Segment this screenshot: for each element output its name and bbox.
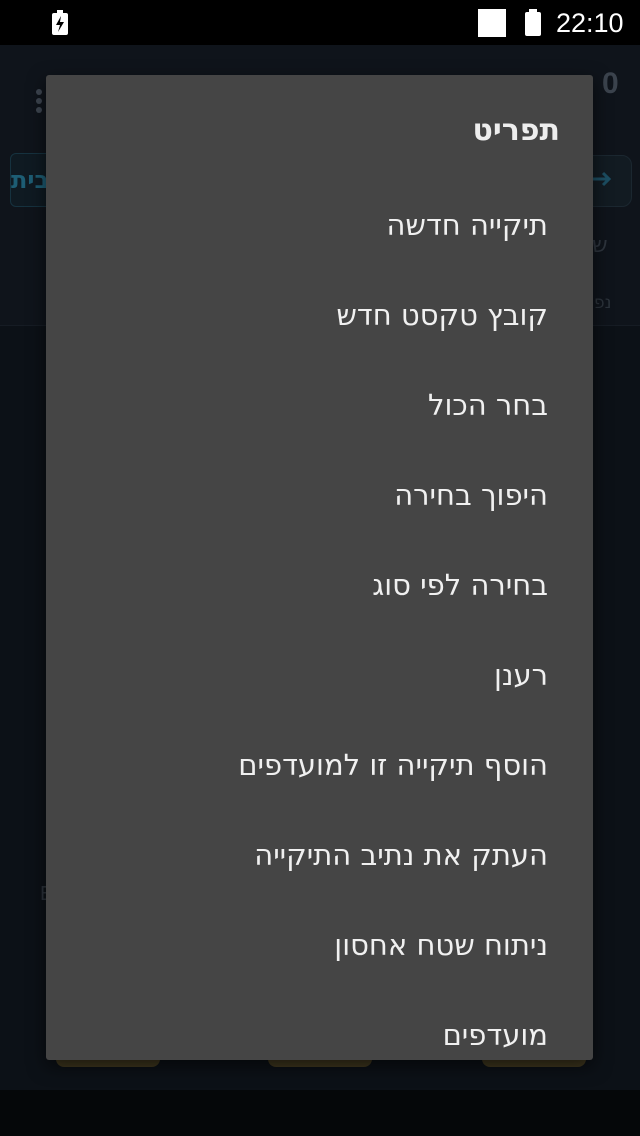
menu-title: תפריט	[472, 113, 561, 148]
background-label: נפ	[594, 293, 612, 313]
menu-item-copy-folder-path[interactable]: העתק את נתיב התיקייה	[46, 809, 593, 899]
menu-item-new-folder[interactable]: תיקייה חדשה	[46, 179, 593, 269]
menu-dialog: תפריט תיקייה חדשה קובץ טקסט חדש בחר הכול…	[46, 75, 593, 1060]
menu-item-label: בחירה לפי סוג	[372, 568, 548, 602]
menu-item-add-to-favorites[interactable]: הוסף תיקייה זו למועדפים	[46, 719, 593, 809]
menu-item-invert-selection[interactable]: היפוך בחירה	[46, 449, 593, 539]
menu-item-new-text-file[interactable]: קובץ טקסט חדש	[46, 269, 593, 359]
menu-item-label: ניתוח שטח אחסון	[334, 928, 548, 962]
charging-bolt-icon	[52, 10, 68, 35]
item-count: 0	[602, 67, 619, 100]
menu-item-storage-analysis[interactable]: ניתוח שטח אחסון	[46, 899, 593, 989]
battery-icon	[525, 9, 541, 36]
menu-item-favorites[interactable]: מועדפים	[46, 989, 593, 1060]
notification-square-icon	[478, 9, 506, 37]
menu-item-select-all[interactable]: בחר הכול	[46, 359, 593, 449]
menu-item-label: קובץ טקסט חדש	[336, 298, 548, 332]
more-options-icon	[34, 89, 44, 119]
background-action-button	[268, 1059, 372, 1067]
menu-item-label: היפוך בחירה	[394, 478, 548, 512]
menu-item-refresh[interactable]: רענן	[46, 629, 593, 719]
menu-item-select-by-type[interactable]: בחירה לפי סוג	[46, 539, 593, 629]
arrow-right-icon	[593, 171, 612, 187]
menu-item-label: מועדפים	[442, 1018, 548, 1052]
menu-item-label: רענן	[493, 658, 548, 692]
background-action-button	[482, 1059, 586, 1067]
background-action-button	[56, 1059, 160, 1067]
background-label: ש	[592, 233, 608, 258]
status-bar: 22:10	[0, 0, 640, 45]
background-footer	[0, 1090, 640, 1136]
menu-item-label: בחר הכול	[428, 388, 548, 422]
menu-item-label: העתק את נתיב התיקייה	[254, 838, 548, 872]
menu-item-label: תיקייה חדשה	[386, 208, 548, 242]
clock: 22:10	[556, 8, 624, 38]
menu-item-label: הוסף תיקייה זו למועדפים	[238, 748, 548, 782]
